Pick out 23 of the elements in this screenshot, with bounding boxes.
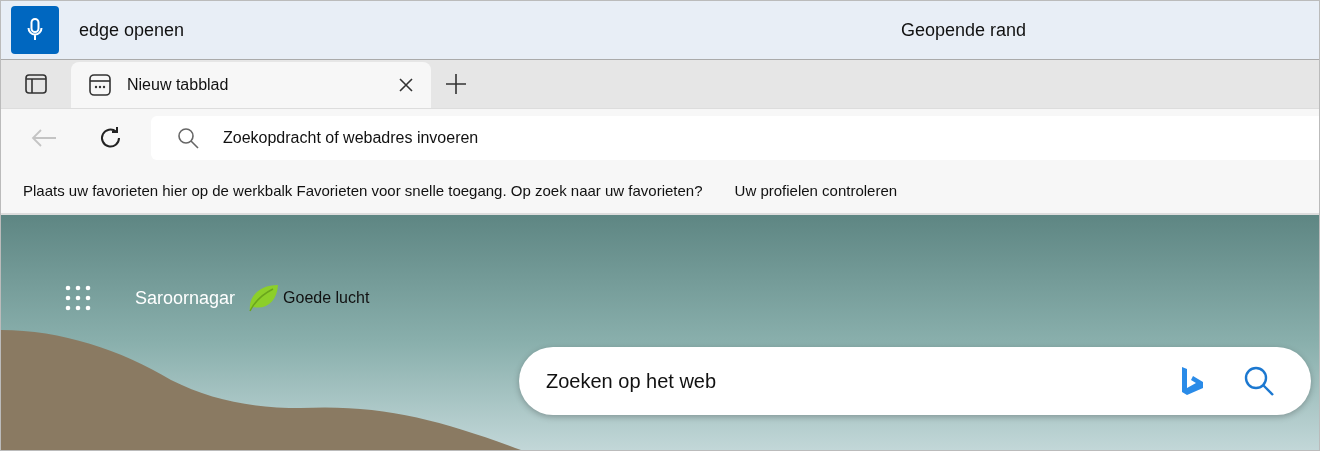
microphone-icon (27, 18, 43, 42)
tab-title: Nieuw tabblad (127, 76, 230, 94)
microphone-button[interactable] (11, 6, 59, 54)
air-quality-label[interactable]: Goede lucht (283, 289, 370, 307)
leaf-icon (247, 283, 280, 313)
close-icon[interactable] (399, 78, 413, 92)
voice-response: Geopende rand (901, 19, 1027, 41)
window-icon (25, 74, 47, 94)
address-input[interactable]: Zoekopdracht of webadres invoeren (221, 128, 1319, 148)
grid-icon (65, 285, 91, 311)
address-bar[interactable]: Zoekopdracht of webadres invoeren (151, 116, 1319, 160)
plus-icon (445, 73, 467, 95)
favorites-message: Plaats uw favorieten hier op de werkbalk Favorieten voor snelle toegang. Op zoek naar uw favorieten? (23, 181, 703, 199)
search-icon (177, 127, 199, 149)
web-search-field[interactable]: Zoeken op het web (519, 347, 1311, 415)
browser-tab[interactable]: Nieuw tabblad (71, 62, 431, 108)
profiles-link[interactable]: Uw profielen controleren (734, 181, 898, 199)
b-logo-icon (1179, 365, 1205, 397)
search-icon[interactable] (1243, 365, 1275, 397)
web-search-input[interactable]: Zoeken op het web (544, 368, 1179, 394)
voice-query: edge openen (79, 19, 186, 41)
page-icon (89, 74, 111, 96)
back-arrow-icon (31, 128, 57, 148)
